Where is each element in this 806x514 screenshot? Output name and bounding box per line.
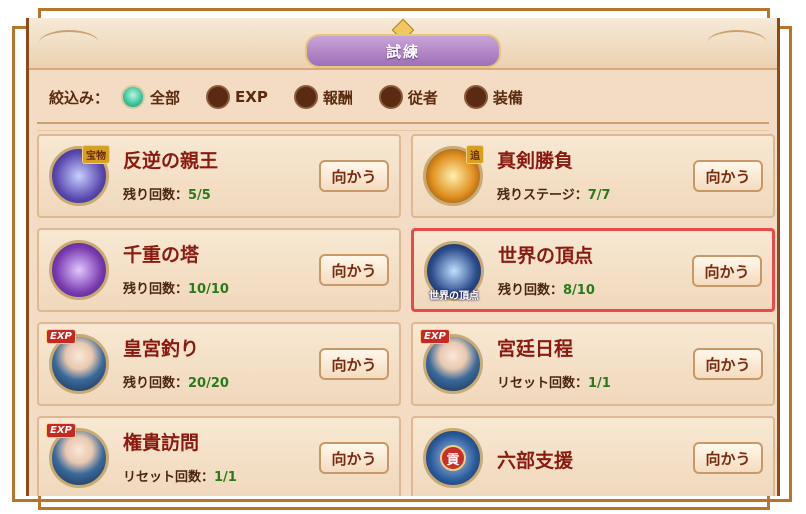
person-icon: EXP [420,329,483,394]
treasure-tag: 宝物 [82,145,110,164]
trial-panel: 試練 絞込み： 全部 EXP 報酬 従者 装備 宝物 反逆の親王 残り回数：5/… [26,18,780,496]
go-button[interactable]: 向かう [319,254,389,286]
remaining-count: 8/10 [563,283,595,298]
filter-option-servant[interactable]: 従者 [378,85,438,109]
go-button[interactable]: 向かう [319,442,389,474]
trial-card: 追 真剣勝負 残りステージ：7/7 向かう [411,134,775,218]
go-button[interactable]: 向かう [693,348,763,380]
filter-option-label: 報酬 [322,88,353,107]
remaining-label: 残り回数： [123,282,189,297]
filter-bar: 絞込み： 全部 EXP 報酬 従者 装備 [49,80,549,114]
frame-bottom-border [38,496,770,510]
card-remaining: リセット回数：1/1 [123,466,237,485]
filter-option-label: EXP [235,88,268,106]
remaining-count: 10/10 [188,282,229,297]
go-button[interactable]: 向かう [319,160,389,192]
card-title: 世界の頂点 [498,245,594,267]
page-title: 試練 [305,34,501,68]
flower-orb-icon: 宝物 [49,145,110,206]
card-title: 権貴訪問 [123,432,200,454]
trial-card: 宝物 反逆の親王 残り回数：5/5 向かう [37,134,401,218]
person-icon: EXP [46,423,109,488]
exp-tag: EXP [420,329,450,344]
go-button[interactable]: 向かう [319,348,389,380]
filter-option-label: 装備 [492,88,523,107]
remaining-label: 残り回数： [123,188,189,203]
ornament-right [707,30,767,56]
tribute-caption: 貢 [440,445,466,471]
ornament-left [39,30,99,56]
icon-caption: 世界の頂点 [429,291,479,302]
card-remaining: 残り回数：5/5 [123,184,211,203]
card-title: 皇宮釣り [123,338,200,360]
radio-icon[interactable] [378,85,403,109]
filter-option-exp[interactable]: EXP [206,85,268,109]
radio-icon[interactable] [121,85,146,109]
book-icon [49,240,109,300]
fire-orb-icon: 追 [423,145,484,206]
remaining-label: 残りステージ： [497,188,588,203]
trial-card: EXP 皇宮釣り 残り回数：20/20 向かう [37,322,401,406]
filter-option-label: 従者 [407,88,438,107]
remaining-count: 7/7 [587,188,611,203]
trial-card: 貢 六部支援 向かう [411,416,775,496]
radio-icon[interactable] [206,85,231,109]
remaining-label: リセット回数： [123,470,215,485]
card-remaining: 残り回数：8/10 [498,279,595,298]
remaining-count: 1/1 [588,376,611,391]
filter-label: 絞込み： [49,88,110,107]
card-title: 反逆の親王 [123,150,219,172]
card-remaining: 残り回数：10/10 [123,278,229,297]
list-top-divider [37,122,769,131]
trial-card: EXP 宮廷日程 リセット回数：1/1 向かう [411,322,775,406]
filter-option-equipment[interactable]: 装備 [463,85,523,109]
card-remaining: 残りステージ：7/7 [497,184,611,203]
chase-tag: 追 [466,145,484,164]
go-button[interactable]: 向かう [693,160,763,192]
remaining-count: 5/5 [188,188,211,203]
trial-card: EXP 権貴訪問 リセット回数：1/1 向かう [37,416,401,496]
person-icon: EXP [46,329,109,394]
remaining-label: 残り回数： [498,283,564,298]
pagoda-icon: 世界の頂点 [424,241,484,302]
card-remaining: リセット回数：1/1 [497,372,611,391]
remaining-count: 20/20 [188,376,229,391]
exp-tag: EXP [46,329,76,344]
card-title: 千重の塔 [123,244,200,266]
go-button[interactable]: 向かう [692,255,762,287]
card-remaining: 残り回数：20/20 [123,372,229,391]
card-title: 真剣勝負 [497,150,574,172]
radio-icon[interactable] [463,85,488,109]
go-button[interactable]: 向かう [693,442,763,474]
card-title: 六部支援 [497,450,574,472]
filter-option-reward[interactable]: 報酬 [293,85,353,109]
radio-icon[interactable] [293,85,318,109]
remaining-label: 残り回数： [123,376,189,391]
exp-tag: EXP [46,423,76,438]
filter-option-all[interactable]: 全部 [121,85,180,109]
tribute-bag-icon: 貢 [423,428,483,488]
remaining-count: 1/1 [214,470,237,485]
trial-card: 千重の塔 残り回数：10/10 向かう [37,228,401,312]
card-title: 宮廷日程 [497,338,574,360]
trial-card-selected: 世界の頂点 世界の頂点 残り回数：8/10 向かう [411,228,775,312]
remaining-label: リセット回数： [497,376,589,391]
filter-option-label: 全部 [150,88,181,107]
